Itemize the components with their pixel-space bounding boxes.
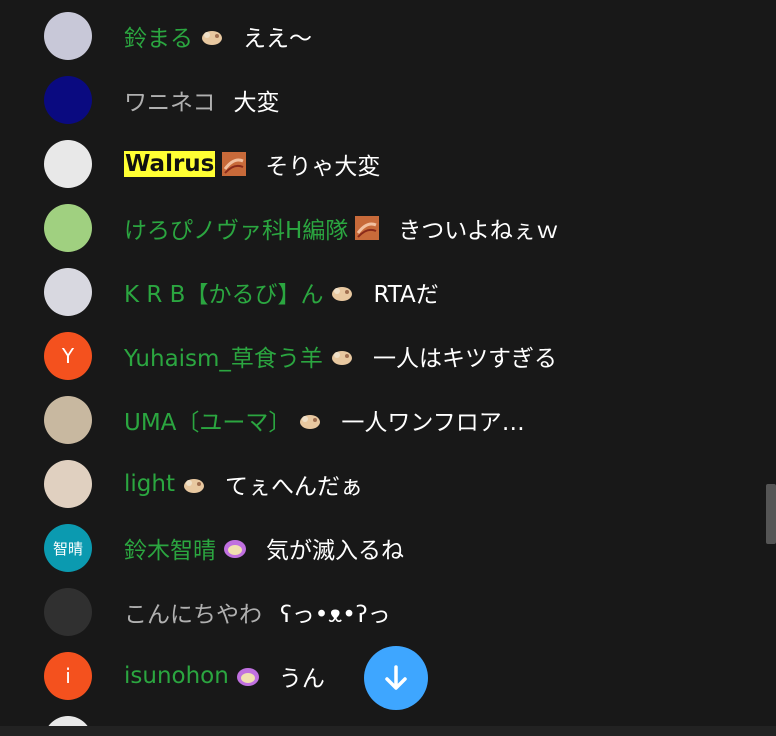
member-badge-icon <box>202 31 222 45</box>
author-name[interactable]: K R B【かるび】ん <box>124 275 323 309</box>
message-text: RTAだ <box>373 282 439 308</box>
message-line: けろぴノヴァ科H編隊 きついよねぇｗ <box>124 200 559 256</box>
member-badge-icon <box>300 415 321 429</box>
message-line: UMA〔ユーマ〕 一人ワンフロア… <box>124 392 525 448</box>
avatar[interactable]: i <box>44 652 92 700</box>
scrollbar-thumb[interactable] <box>766 484 776 544</box>
author-name[interactable]: こんにちやわ <box>124 595 262 629</box>
author-name[interactable]: light <box>124 471 175 497</box>
purple-badge-icon <box>224 540 246 558</box>
chat-feed: 鈴まる ええ〜ワニネコ 大変 Walrus そりゃ大変けろぴノヴァ科H編隊 きついよねぇｗ… <box>0 0 766 736</box>
message-text: ええ〜 <box>243 26 312 52</box>
chat-message[interactable]: UMA〔ユーマ〕 一人ワンフロア… <box>0 392 760 448</box>
avatar-initial: 智晴 <box>52 539 83 558</box>
chat-message[interactable]: ワニネコ 大変 <box>0 72 760 128</box>
message-text: ʕっ•ᴥ•ʔっ <box>280 602 391 628</box>
chat-message[interactable]: 智晴 鈴木智晴 気が滅入るね <box>0 520 760 576</box>
avatar[interactable] <box>44 460 92 508</box>
avatar[interactable] <box>44 396 92 444</box>
arrow-down-icon <box>385 665 407 690</box>
message-line: light てぇへんだぁ <box>124 456 363 512</box>
message-text: そりゃ大変 <box>265 154 381 180</box>
chat-message[interactable]: Y Yuhaism_草食う羊 一人はキツすぎる <box>0 328 760 384</box>
bacon-badge-icon <box>222 152 247 176</box>
author-name[interactable]: UMA〔ユーマ〕 <box>124 403 291 437</box>
author-name[interactable]: ワニネコ <box>124 83 216 117</box>
author-name[interactable]: Yuhaism_草食う羊 <box>124 339 323 373</box>
avatar[interactable] <box>44 204 92 252</box>
message-text: うん <box>278 666 325 692</box>
bacon-badge-icon <box>355 216 380 240</box>
message-text: てぇへんだぁ <box>224 474 363 500</box>
message-text: 一人はキツすぎる <box>372 346 557 372</box>
avatar-initial: i <box>65 664 71 688</box>
chat-message[interactable]: 鈴まる ええ〜 <box>0 8 760 64</box>
chat-message[interactable]: こんにちやわ ʕっ•ᴥ•ʔっ <box>0 584 760 640</box>
message-line: Yuhaism_草食う羊 一人はキツすぎる <box>124 328 557 384</box>
message-line: 鈴まる ええ〜 <box>124 8 312 64</box>
message-line: 鈴木智晴 気が滅入るね <box>124 520 404 576</box>
member-badge-icon <box>332 287 353 301</box>
avatar[interactable]: Y <box>44 332 92 380</box>
message-text: きついよねぇｗ <box>398 218 559 244</box>
author-name[interactable]: isunohon <box>124 663 229 689</box>
member-badge-icon <box>331 351 352 365</box>
author-name[interactable]: けろぴノヴァ科H編隊 <box>124 211 348 245</box>
member-badge-icon <box>183 479 204 493</box>
chat-message[interactable]: けろぴノヴァ科H編隊 きついよねぇｗ <box>0 200 760 256</box>
message-line: K R B【かるび】ん RTAだ <box>124 264 439 320</box>
message-text: 大変 <box>233 90 280 116</box>
message-line: isunohon うん <box>124 648 325 704</box>
avatar[interactable] <box>44 76 92 124</box>
avatar-initial: Y <box>61 344 75 368</box>
scroll-to-bottom-button[interactable] <box>364 646 428 710</box>
message-text: 気が滅入るね <box>266 538 404 564</box>
author-name[interactable]: Walrus <box>124 151 216 177</box>
message-text: 一人ワンフロア… <box>341 410 525 436</box>
author-name[interactable]: 鈴木智晴 <box>124 531 216 565</box>
chat-message[interactable]: Walrus そりゃ大変 <box>0 136 760 192</box>
purple-badge-icon <box>236 668 259 686</box>
chat-message[interactable]: light てぇへんだぁ <box>0 456 760 512</box>
bottom-edge <box>0 726 776 736</box>
chat-message[interactable]: K R B【かるび】ん RTAだ <box>0 264 760 320</box>
avatar[interactable]: 智晴 <box>44 524 92 572</box>
message-line: こんにちやわ ʕっ•ᴥ•ʔっ <box>124 584 391 640</box>
avatar[interactable] <box>44 12 92 60</box>
avatar[interactable] <box>44 140 92 188</box>
avatar[interactable] <box>44 588 92 636</box>
message-line: Walrus そりゃ大変 <box>124 136 380 192</box>
avatar[interactable] <box>44 268 92 316</box>
message-line: ワニネコ 大変 <box>124 72 280 128</box>
author-name[interactable]: 鈴まる <box>124 19 193 53</box>
